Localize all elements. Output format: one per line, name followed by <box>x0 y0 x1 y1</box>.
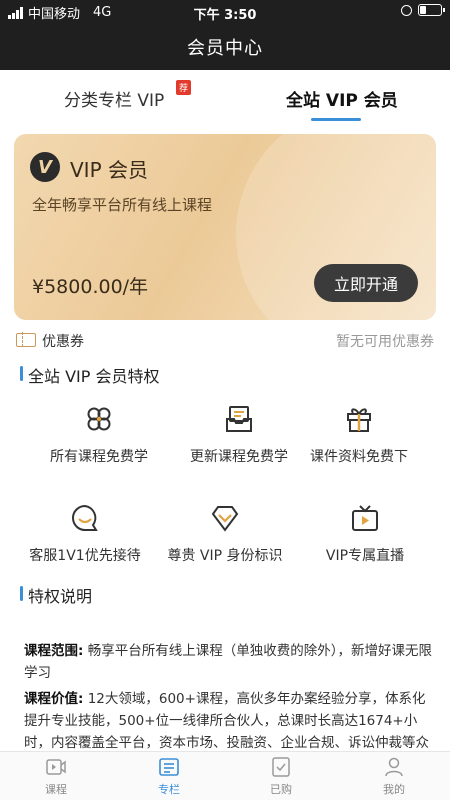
nav-bar: 会员中心 <box>0 24 450 70</box>
value-paragraph: 课程价值: 12大领域，600+课程，高伙多年办案经验分享，体系化提升专业技能，… <box>24 688 434 750</box>
privilege-item: 课件资料免费下 <box>284 404 434 466</box>
tab-label: 已购 <box>270 783 292 796</box>
description-title: 特权说明 <box>20 583 92 607</box>
chat-smile-icon <box>72 504 98 531</box>
coupon-label: 优惠券 <box>42 334 84 350</box>
privilege-label: VIP专属直播 <box>325 548 405 564</box>
status-right <box>401 4 445 16</box>
privilege-label: 课件资料免费下 <box>310 449 408 465</box>
page-title: 会员中心 <box>187 38 263 59</box>
inbox-icon <box>226 406 252 432</box>
clover-icon <box>87 407 111 431</box>
user-icon <box>385 757 403 777</box>
vip-card-subtitle: 全年畅享平台所有线上课程 <box>32 196 213 214</box>
tab-label: 专栏 <box>158 783 180 796</box>
bottom-tab-bar: 课程 专栏 已购 我的 <box>0 751 450 800</box>
diamond-icon <box>211 506 239 532</box>
tab-column[interactable]: 专栏 <box>129 756 209 797</box>
privilege-item: 尊贵 VIP 身份标识 <box>150 503 300 565</box>
scope-text: 畅享平台所有线上课程（单独收费的除外），新增好课无限学习 <box>24 643 432 681</box>
tv-play-icon <box>352 505 378 531</box>
privilege-label: 客服1V1优先接待 <box>29 548 141 564</box>
column-icon <box>159 758 179 776</box>
activate-button[interactable]: 立即开通 <box>314 264 418 302</box>
vip-card: V VIP 会员 全年畅享平台所有线上课程 ¥5800.00/年 立即开通 <box>14 134 436 320</box>
coupon-row[interactable]: 优惠券 暂无可用优惠券 <box>14 330 436 354</box>
tab-label: 我的 <box>383 783 405 796</box>
tab-purchased[interactable]: 已购 <box>241 756 321 797</box>
privilege-item: 客服1V1优先接待 <box>10 503 160 565</box>
active-tab-indicator <box>311 118 361 121</box>
tab-mine[interactable]: 我的 <box>354 756 434 797</box>
tab-courses[interactable]: 课程 <box>16 756 96 797</box>
tab-label: 课程 <box>45 783 67 796</box>
vip-logo-icon: V <box>30 152 60 182</box>
vip-tabs: 分类专栏 VIP 荐 全站 VIP 会员 <box>0 70 450 126</box>
coupon-status: 暂无可用优惠券 <box>336 334 434 350</box>
rotation-lock-icon <box>401 4 412 16</box>
battery-icon <box>418 4 445 16</box>
vip-card-title: VIP 会员 <box>70 158 148 182</box>
scope-paragraph: 课程范围: 畅享平台所有线上课程（单独收费的除外），新增好课无限学习 <box>24 640 434 684</box>
scope-label: 课程范围: <box>24 643 84 659</box>
tab-category-vip[interactable]: 分类专栏 VIP <box>64 86 164 111</box>
vip-price: ¥5800.00/年 <box>32 276 149 298</box>
clock: 下午 3:50 <box>193 8 257 23</box>
coupon-icon <box>16 332 36 347</box>
purchased-icon <box>272 757 290 777</box>
value-label: 课程价值: <box>24 691 84 707</box>
gift-icon <box>347 408 371 432</box>
privilege-item: 所有课程免费学 <box>24 404 174 466</box>
value-text: 12大领域，600+课程，高伙多年办案经验分享，体系化提升专业技能，500+位一… <box>24 691 429 750</box>
privileges-title: 全站 VIP 会员特权 <box>20 363 160 387</box>
battery-fill <box>420 6 426 14</box>
privilege-label: 所有课程免费学 <box>50 449 148 465</box>
privilege-label: 尊贵 VIP 身份标识 <box>167 548 283 564</box>
recommend-badge: 荐 <box>176 80 191 95</box>
video-icon <box>46 759 66 775</box>
status-bar: 中国移动 4G 下午 3:50 <box>0 0 450 24</box>
tab-site-vip[interactable]: 全站 VIP 会员 <box>286 86 398 111</box>
privilege-item: VIP专属直播 <box>290 503 440 565</box>
